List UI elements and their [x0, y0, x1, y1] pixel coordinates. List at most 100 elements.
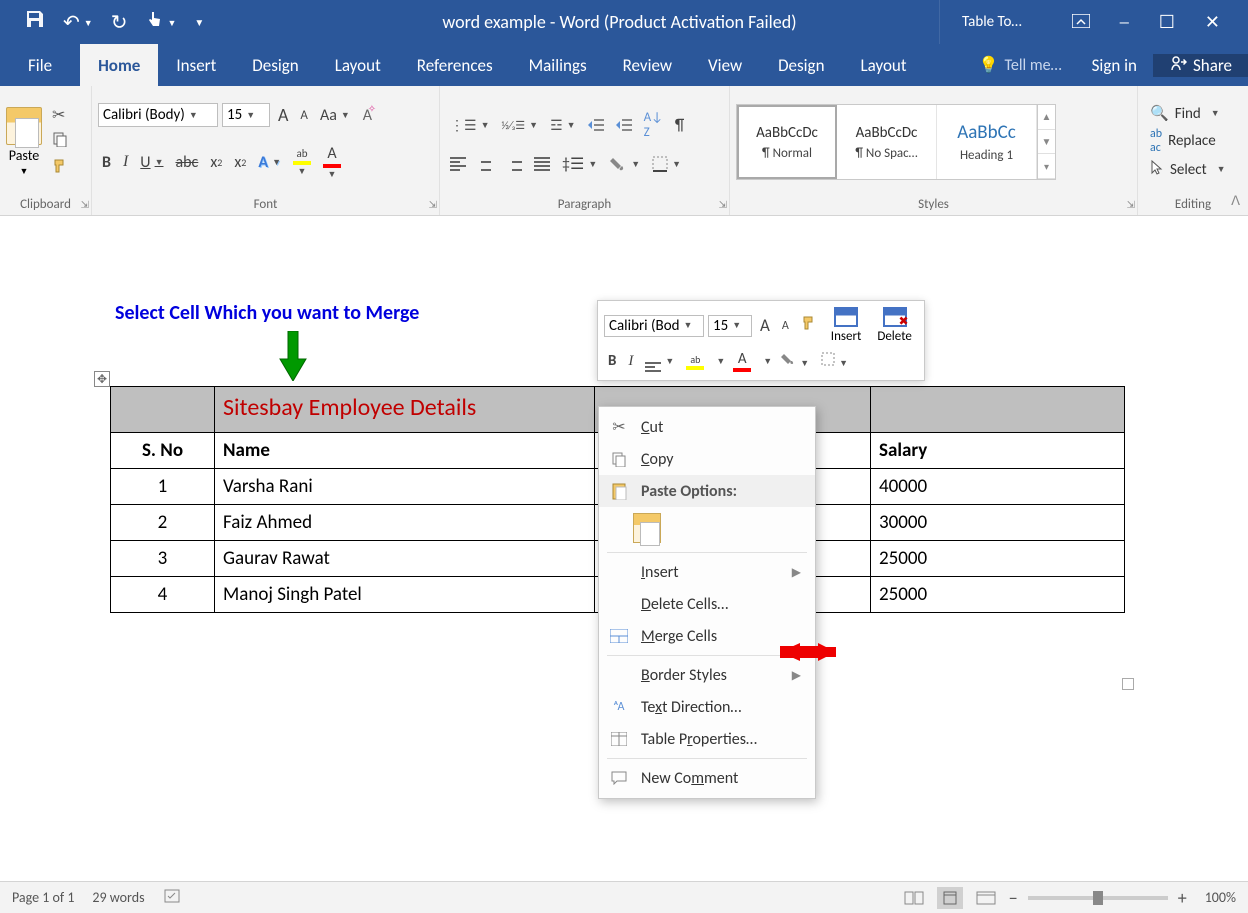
ctx-cut[interactable]: ✂ CuCutt	[599, 411, 815, 443]
table-row[interactable]: Manoj Singh Patel	[215, 577, 595, 613]
find-button[interactable]: 🔍 Find▼	[1150, 104, 1226, 123]
decrease-indent-button[interactable]	[584, 116, 608, 134]
show-pilcrow-button[interactable]: ¶	[671, 114, 688, 137]
redo-button[interactable]: ↻	[111, 10, 128, 35]
font-color-button[interactable]: A▼	[319, 142, 345, 182]
touch-mode-button[interactable]: ▼	[145, 10, 176, 34]
spell-check-icon[interactable]	[163, 888, 183, 908]
mini-shading-button[interactable]: ▼	[776, 350, 813, 373]
font-name-combo[interactable]: Calibri (Body)▼	[98, 103, 218, 127]
style-no-spacing[interactable]: AaBbCcDc ¶ No Spac…	[837, 105, 937, 179]
mini-insert-button[interactable]: Insert	[825, 307, 868, 344]
font-size-combo[interactable]: 15▼	[222, 103, 270, 127]
undo-button[interactable]: ↶▼	[63, 10, 93, 35]
collapse-ribbon-icon[interactable]: ᐱ	[1231, 194, 1240, 209]
table-row[interactable]: 1	[111, 469, 215, 505]
subscript-button[interactable]: x2	[206, 151, 226, 174]
gallery-down-icon[interactable]: ▼	[1038, 130, 1055, 155]
styles-launcher-icon[interactable]: ⇲	[1127, 198, 1135, 211]
tab-table-layout[interactable]: Layout	[843, 44, 925, 86]
table-row[interactable]: 30000	[871, 505, 1125, 541]
clear-formatting-button[interactable]: A✧	[358, 103, 377, 128]
grow-font-button[interactable]: A	[274, 102, 292, 128]
header-name[interactable]: Name	[215, 433, 595, 469]
multilevel-button[interactable]: ☲▼	[546, 115, 579, 136]
gallery-more-icon[interactable]: ▾	[1038, 154, 1055, 179]
zoom-out-button[interactable]: −	[1009, 887, 1018, 909]
numbering-button[interactable]: ½⁄₃☰▼	[497, 117, 542, 134]
sign-in-button[interactable]: Sign in	[1076, 55, 1153, 76]
mini-bold[interactable]: B	[604, 350, 620, 372]
ctx-insert[interactable]: Insert ▶	[599, 556, 815, 588]
strikethrough-button[interactable]: abc	[171, 151, 202, 174]
bold-button[interactable]: B	[98, 151, 115, 174]
header-sno[interactable]: S. No	[111, 433, 215, 469]
mini-size-combo[interactable]: 15▼	[708, 315, 752, 337]
mini-grow-font[interactable]: A	[756, 313, 774, 338]
select-button[interactable]: Select▼	[1150, 159, 1226, 180]
tab-mailings[interactable]: Mailings	[511, 44, 605, 86]
paste-button[interactable]: Paste ▼	[6, 107, 42, 177]
paste-option-keep-source[interactable]	[633, 513, 661, 543]
tell-me-search[interactable]: 💡 Tell me…	[965, 55, 1076, 75]
table-row[interactable]: 4	[111, 577, 215, 613]
change-case-button[interactable]: Aa▼	[316, 104, 354, 127]
header-salary[interactable]: Salary	[871, 433, 1125, 469]
mini-font-color-button[interactable]: A	[729, 348, 755, 374]
ctx-delete-cells[interactable]: Delete Cells…	[599, 588, 815, 620]
table-resize-handle[interactable]	[1122, 678, 1134, 690]
tab-file[interactable]: File	[0, 44, 80, 86]
mini-highlight-button[interactable]: ab	[682, 351, 708, 372]
tab-insert[interactable]: Insert	[158, 44, 234, 86]
borders-button[interactable]: ▼	[648, 154, 685, 174]
word-count[interactable]: 29 words	[92, 889, 144, 906]
table-row[interactable]: Gaurav Rawat	[215, 541, 595, 577]
title-cell-salary[interactable]	[871, 387, 1125, 433]
ctx-border-styles[interactable]: Border Styles ▶	[599, 659, 815, 691]
qat-customize-button[interactable]: ▼	[194, 16, 204, 29]
web-layout-icon[interactable]	[973, 887, 999, 909]
mini-delete-button[interactable]: ✖ Delete	[871, 307, 918, 344]
mini-align-button[interactable]: ▼	[641, 349, 678, 374]
read-mode-icon[interactable]	[901, 887, 927, 909]
gallery-up-icon[interactable]: ▲	[1038, 105, 1055, 130]
replace-button[interactable]: abac Replace	[1150, 127, 1226, 155]
tab-references[interactable]: References	[399, 44, 511, 86]
format-painter-icon[interactable]	[52, 158, 68, 179]
tab-review[interactable]: Review	[605, 44, 690, 86]
ctx-table-properties[interactable]: Table Properties…	[599, 723, 815, 755]
save-icon[interactable]	[25, 9, 45, 35]
mini-borders-button[interactable]: ▼	[817, 350, 852, 373]
style-heading1[interactable]: AaBbCc Heading 1	[937, 105, 1037, 179]
clipboard-launcher-icon[interactable]: ⇲	[81, 198, 89, 211]
shrink-font-button[interactable]: A	[296, 106, 312, 125]
shading-button[interactable]: ▼	[605, 154, 644, 174]
table-row[interactable]: 2	[111, 505, 215, 541]
minimize-button[interactable]: ─	[1120, 11, 1129, 33]
close-button[interactable]: ✕	[1205, 11, 1220, 33]
justify-button[interactable]	[530, 155, 554, 173]
style-normal[interactable]: AaBbCcDc ¶ Normal	[737, 105, 837, 179]
title-cell-blank[interactable]	[111, 387, 215, 433]
ribbon-display-icon[interactable]	[1072, 11, 1090, 33]
mini-font-combo[interactable]: Calibri (Bod▼	[604, 315, 704, 337]
tab-design[interactable]: Design	[234, 44, 316, 86]
tab-layout[interactable]: Layout	[317, 44, 399, 86]
tab-table-design[interactable]: Design	[760, 44, 842, 86]
print-layout-icon[interactable]	[937, 887, 963, 909]
table-row[interactable]: 25000	[871, 577, 1125, 613]
page-indicator[interactable]: Page 1 of 1	[12, 889, 74, 906]
copy-icon[interactable]	[52, 131, 68, 152]
table-row[interactable]: Faiz Ahmed	[215, 505, 595, 541]
align-center-button[interactable]	[474, 155, 498, 173]
table-row[interactable]: Varsha Rani	[215, 469, 595, 505]
highlight-button[interactable]: ab▼	[289, 145, 315, 179]
cut-icon[interactable]: ✂	[52, 105, 68, 125]
ctx-new-comment[interactable]: New Comment	[599, 762, 815, 794]
table-row[interactable]: 25000	[871, 541, 1125, 577]
maximize-button[interactable]: ☐	[1159, 11, 1175, 33]
italic-button[interactable]: I	[119, 151, 132, 173]
ctx-copy[interactable]: Copy	[599, 443, 815, 475]
increase-indent-button[interactable]	[612, 116, 636, 134]
document-area[interactable]: Select Cell Which you want to Merge ✥ Si…	[0, 216, 1248, 881]
